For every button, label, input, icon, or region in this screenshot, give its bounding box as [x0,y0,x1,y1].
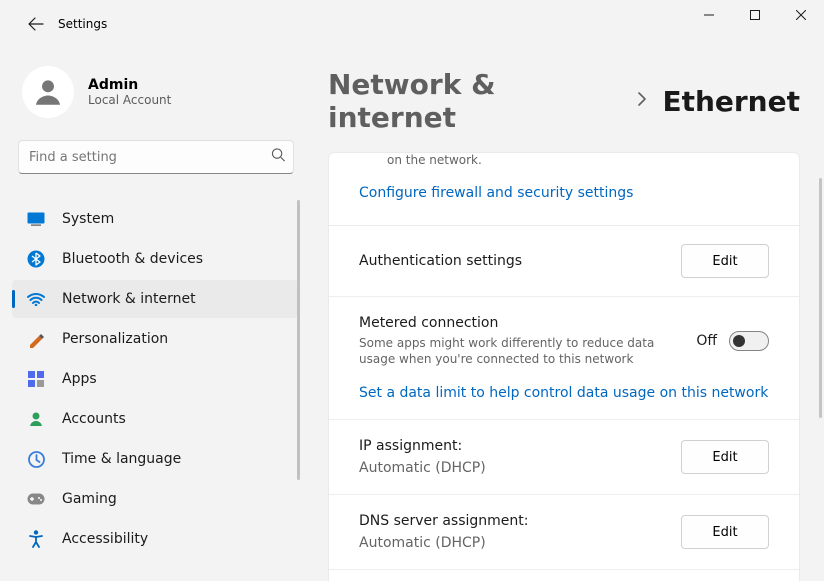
avatar [22,66,74,118]
sidebar-item-accounts[interactable]: Accounts [12,400,298,438]
accessibility-icon [26,529,46,549]
auth-title: Authentication settings [359,253,665,269]
data-limit-link[interactable]: Set a data limit to help control data us… [359,385,769,401]
personalization-icon [26,329,46,349]
time-icon [26,449,46,469]
sidebar-item-label: Apps [62,371,97,387]
sidebar-item-gaming[interactable]: Gaming [12,480,298,518]
row-authentication: Authentication settings Edit [329,226,799,296]
metered-state-label: Off [696,333,717,349]
dns-value: Automatic (DHCP) [359,535,665,551]
row-link-speed: Link speed (Receive/Transmit): 1000/1000… [329,569,799,581]
dns-title: DNS server assignment: [359,513,665,529]
chevron-right-icon [636,90,648,112]
metered-toggle[interactable] [729,331,769,351]
user-sub: Local Account [88,93,171,107]
ip-edit-button[interactable]: Edit [681,440,769,474]
search-input[interactable] [18,140,294,174]
row-dns-assignment: DNS server assignment: Automatic (DHCP) … [329,494,799,569]
user-block[interactable]: Admin Local Account [6,48,306,140]
panel-top-fragment: on the network. Configure firewall and s… [328,152,800,225]
close-icon [796,10,806,20]
ip-title: IP assignment: [359,438,665,454]
apps-icon [26,369,46,389]
back-button[interactable] [20,8,52,40]
back-arrow-icon [28,16,44,32]
breadcrumb-parent[interactable]: Network & internet [328,68,622,134]
network-icon [26,289,46,309]
configure-firewall-link[interactable]: Configure firewall and security settings [359,185,769,201]
sidebar-item-label: Network & internet [62,291,196,307]
search-box[interactable] [18,140,294,174]
metered-sub: Some apps might work differently to redu… [359,335,680,367]
fragment-text: on the network. [387,153,769,167]
sidebar-item-label: System [62,211,114,227]
maximize-icon [750,10,760,20]
sidebar-scrollbar[interactable] [297,200,300,480]
sidebar: Admin Local Account System Bluetooth & d… [0,48,306,581]
minimize-icon [704,10,714,20]
metered-title: Metered connection [359,315,680,331]
user-name: Admin [88,77,171,93]
sidebar-item-label: Accounts [62,411,126,427]
sidebar-item-personalization[interactable]: Personalization [12,320,298,358]
sidebar-item-label: Accessibility [62,531,148,547]
close-button[interactable] [778,0,824,30]
ip-value: Automatic (DHCP) [359,460,665,476]
sidebar-item-label: Bluetooth & devices [62,251,203,267]
gaming-icon [26,489,46,509]
main-content: Network & internet Ethernet on the netwo… [306,48,824,581]
minimize-button[interactable] [686,0,732,30]
breadcrumb-current: Ethernet [662,85,800,118]
person-icon [31,75,65,109]
dns-edit-button[interactable]: Edit [681,515,769,549]
bluetooth-icon [26,249,46,269]
sidebar-item-label: Gaming [62,491,117,507]
sidebar-item-label: Personalization [62,331,168,347]
sidebar-item-bluetooth[interactable]: Bluetooth & devices [12,240,298,278]
maximize-button[interactable] [732,0,778,30]
main-scrollbar[interactable] [819,178,822,418]
sidebar-item-accessibility[interactable]: Accessibility [12,520,298,558]
sidebar-item-label: Time & language [62,451,181,467]
row-metered: Metered connection Some apps might work … [329,296,799,419]
app-title: Settings [58,17,107,31]
row-ip-assignment: IP assignment: Automatic (DHCP) Edit [329,419,799,494]
sidebar-item-time[interactable]: Time & language [12,440,298,478]
sidebar-item-apps[interactable]: Apps [12,360,298,398]
sidebar-item-network[interactable]: Network & internet [12,280,298,318]
breadcrumb: Network & internet Ethernet [328,68,800,134]
auth-edit-button[interactable]: Edit [681,244,769,278]
sidebar-item-system[interactable]: System [12,200,298,238]
system-icon [26,209,46,229]
accounts-icon [26,409,46,429]
